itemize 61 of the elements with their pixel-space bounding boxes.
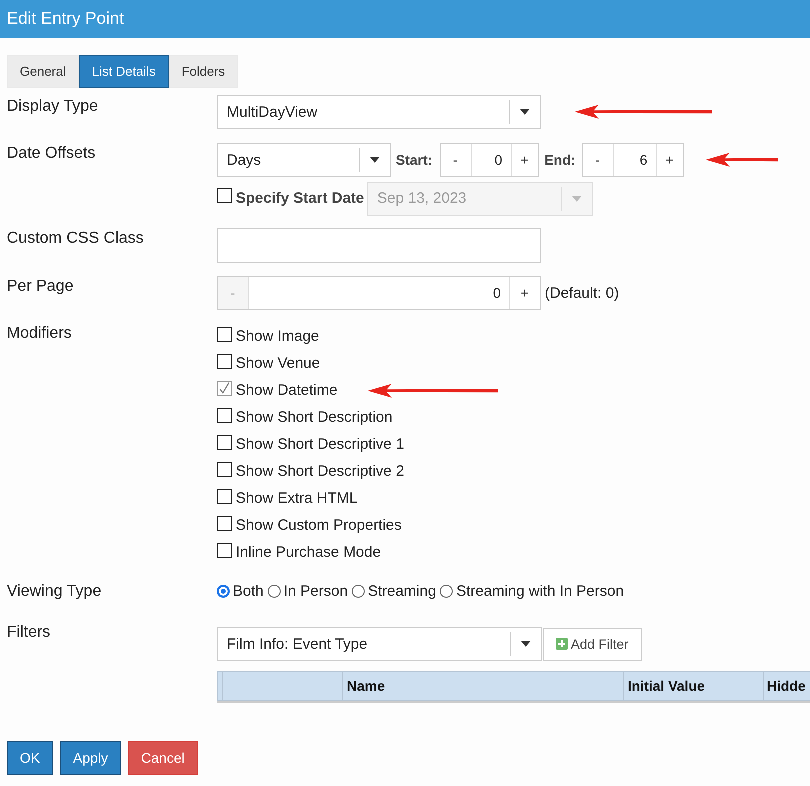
radio-label: Both	[233, 582, 264, 600]
tab[interactable]: General	[7, 55, 80, 88]
window-title: Edit Entry Point	[7, 9, 124, 29]
radio-label: In Person	[284, 582, 348, 600]
checkbox-label: Show Venue	[236, 355, 320, 372]
ok-button[interactable]: OK	[7, 741, 54, 775]
column-header: Name	[342, 671, 623, 701]
field-label: Custom CSS Class	[7, 229, 145, 249]
caret-icon	[572, 196, 582, 202]
caret-icon	[370, 157, 380, 163]
radio-button[interactable]	[268, 584, 281, 598]
checkbox-label: Show Image	[236, 328, 320, 345]
number-field[interactable]: 0	[249, 277, 509, 309]
checkbox-label: Specify Start Date	[236, 190, 364, 207]
checkbox-label: Show Short Description	[236, 409, 393, 426]
hint-text: (Default: 0)	[545, 284, 620, 302]
checkbox-label: Show Short Descriptive 2	[236, 463, 404, 480]
dropdown[interactable]: Film Info: Event Type	[217, 627, 542, 661]
number-field[interactable]: 0	[472, 144, 511, 176]
checkbox-label: Show Custom Properties	[236, 517, 402, 534]
checkbox-label: Show Datetime	[236, 382, 338, 399]
checkbox[interactable]	[217, 354, 232, 368]
field-label: Filters	[7, 623, 52, 643]
radio-button[interactable]	[352, 584, 366, 598]
column-header: Hidde	[763, 671, 810, 701]
checkbox-label: Inline Purchase Mode	[236, 544, 382, 561]
checkbox[interactable]	[217, 516, 232, 530]
checkbox[interactable]	[217, 188, 232, 202]
radio-label: Streaming	[368, 582, 436, 600]
add-filter-button[interactable]: Add Filter	[543, 628, 642, 660]
checkbox[interactable]	[217, 380, 232, 396]
caret-icon	[521, 641, 531, 647]
tab[interactable]: List Details	[79, 55, 169, 88]
number-field[interactable]: 6	[614, 144, 656, 176]
checkbox[interactable]	[217, 488, 232, 504]
cancel-button[interactable]: Cancel	[128, 741, 198, 775]
checkbox[interactable]	[217, 434, 232, 450]
field-label: Date Offsets	[7, 144, 97, 164]
checkbox[interactable]	[217, 542, 232, 558]
radio-label: Streaming with In Person	[456, 582, 624, 600]
plus-icon	[556, 638, 568, 650]
radio-button[interactable]	[217, 584, 230, 598]
caret-icon	[520, 109, 530, 115]
stepper-label: End:	[544, 152, 576, 168]
checkbox[interactable]	[217, 326, 232, 342]
field-label: Per Page	[7, 277, 75, 297]
checkbox-label: Show Short Descriptive 1	[236, 436, 404, 453]
tab[interactable]: Folders	[168, 55, 238, 88]
stepper-label: Start:	[396, 152, 433, 168]
field-label: Display Type	[7, 97, 100, 117]
checkbox[interactable]	[217, 462, 232, 476]
dropdown[interactable]: MultiDayView	[217, 95, 541, 129]
field-label: Viewing Type	[7, 582, 103, 602]
text-field[interactable]	[217, 228, 541, 263]
checkbox-label: Show Extra HTML	[236, 490, 358, 507]
column-header: Initial Value	[623, 671, 763, 701]
field-label: Modifiers	[7, 324, 73, 344]
apply-button[interactable]: Apply	[60, 741, 122, 775]
checkbox[interactable]	[217, 408, 232, 422]
radio-button[interactable]	[440, 584, 454, 598]
dropdown[interactable]: Days	[217, 143, 391, 177]
